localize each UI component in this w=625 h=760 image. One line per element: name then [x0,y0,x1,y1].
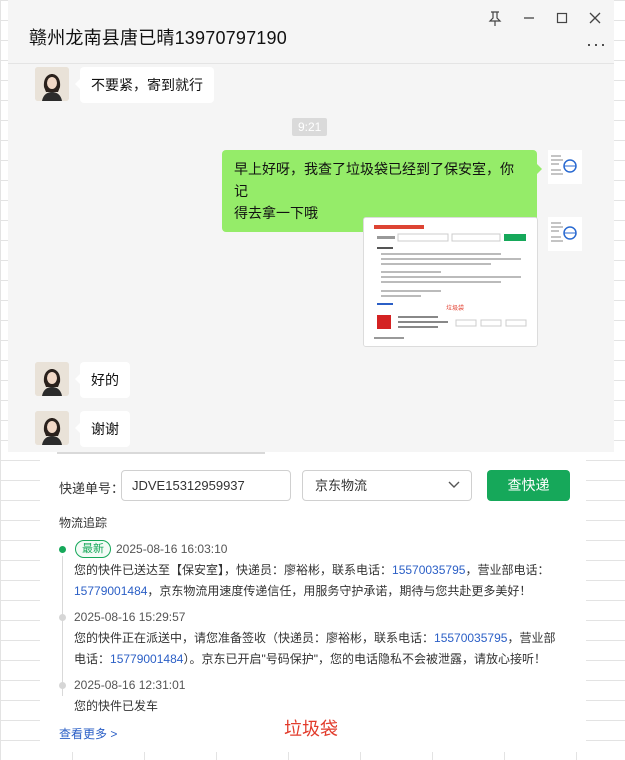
title-bar: 赣州龙南县唐已晴13970797190 ··· [8,0,614,64]
branch-phone[interactable]: 15779001484 [110,652,183,666]
courier-phone[interactable]: 15570035795 [392,563,465,577]
chat-window: 赣州龙南县唐已晴13970797190 ··· 不要紧，寄到就行 9:21 早上… [8,0,614,452]
message-line-1: 早上好呀，我查了垃圾袋已经到了保安室，你记 [234,161,514,199]
event-time: 2025-08-16 16:03:10 [116,542,228,556]
latest-badge: 最新 [75,540,111,558]
event-text: 您的快件正在派送中，请您准备签收（快递员：廖裕彬，联系电话： [74,631,435,645]
tracking-number-input[interactable]: JDVE15312959937 [121,470,291,501]
message-bubble-incoming[interactable]: 谢谢 [75,411,130,447]
chevron-down-icon [448,481,460,488]
more-options-icon[interactable]: ··· [586,34,607,55]
event-time: 2025-08-16 15:29:57 [74,610,186,624]
branch-phone[interactable]: 15779001484 [74,584,147,598]
event-time: 2025-08-16 12:31:01 [74,678,186,692]
event-text: 您的快件已送达至【保安室】，快递员：廖裕彬，联系电话： [74,563,393,577]
courier-phone[interactable]: 15570035795 [434,631,507,645]
divider [57,452,265,454]
event-text: ，营业部 [507,631,556,645]
close-icon[interactable] [584,8,606,28]
event-text: ，京东物流用速度传递信任，用服务守护承诺，期待与您共赴更多美好！ [147,584,532,598]
timeline-dot-latest [59,546,66,553]
maximize-icon[interactable] [551,8,573,28]
message-line-2: 得去拿一下哦 [234,205,318,221]
event-description: 您的快件已发车 [74,699,159,713]
pin-icon[interactable] [484,8,506,28]
tracking-number-label: 快递单号： [59,481,125,496]
event-description: 您的快件正在派送中，请您准备签收（快递员：廖裕彬，联系电话：1557003579… [74,628,574,670]
event-text: ）。京东已开启"号码保护"，您的电话隐私不会被泄露，请放心接听！ [183,652,546,666]
self-avatar[interactable] [548,150,582,184]
message-image-screenshot[interactable]: 垃圾袋 [363,217,538,347]
minimize-icon[interactable] [518,8,540,28]
query-button[interactable]: 查快递 [487,470,570,501]
chat-title: 赣州龙南县唐已晴13970797190 [29,28,287,48]
carrier-select[interactable]: 京东物流 [302,470,472,501]
tracking-panel: 快递单号： JDVE15312959937 京东物流 查快递 物流追踪 最新 2… [40,452,586,752]
view-more-link[interactable]: 查看更多 > [59,725,117,742]
timeline-line [62,556,63,696]
event-description: 您的快件已送达至【保安室】，快递员：廖裕彬，联系电话：15570035795，营… [74,560,574,602]
watermark-text: 垃圾袋 [284,719,338,739]
contact-avatar[interactable] [35,411,69,445]
timeline-dot [59,614,66,621]
timeline-dot [59,682,66,689]
event-text: ，营业部电话： [465,563,550,577]
message-time: 9:21 [292,118,328,136]
contact-avatar[interactable] [35,362,69,396]
message-bubble-incoming[interactable]: 好的 [75,362,130,398]
contact-avatar[interactable] [35,67,69,101]
svg-text:垃圾袋: 垃圾袋 [446,304,464,312]
carrier-select-value: 京东物流 [315,478,368,493]
event-text: 电话： [74,652,111,666]
self-avatar[interactable] [548,217,582,251]
message-bubble-incoming[interactable]: 不要紧，寄到就行 [75,67,214,103]
section-title: 物流追踪 [59,516,108,530]
